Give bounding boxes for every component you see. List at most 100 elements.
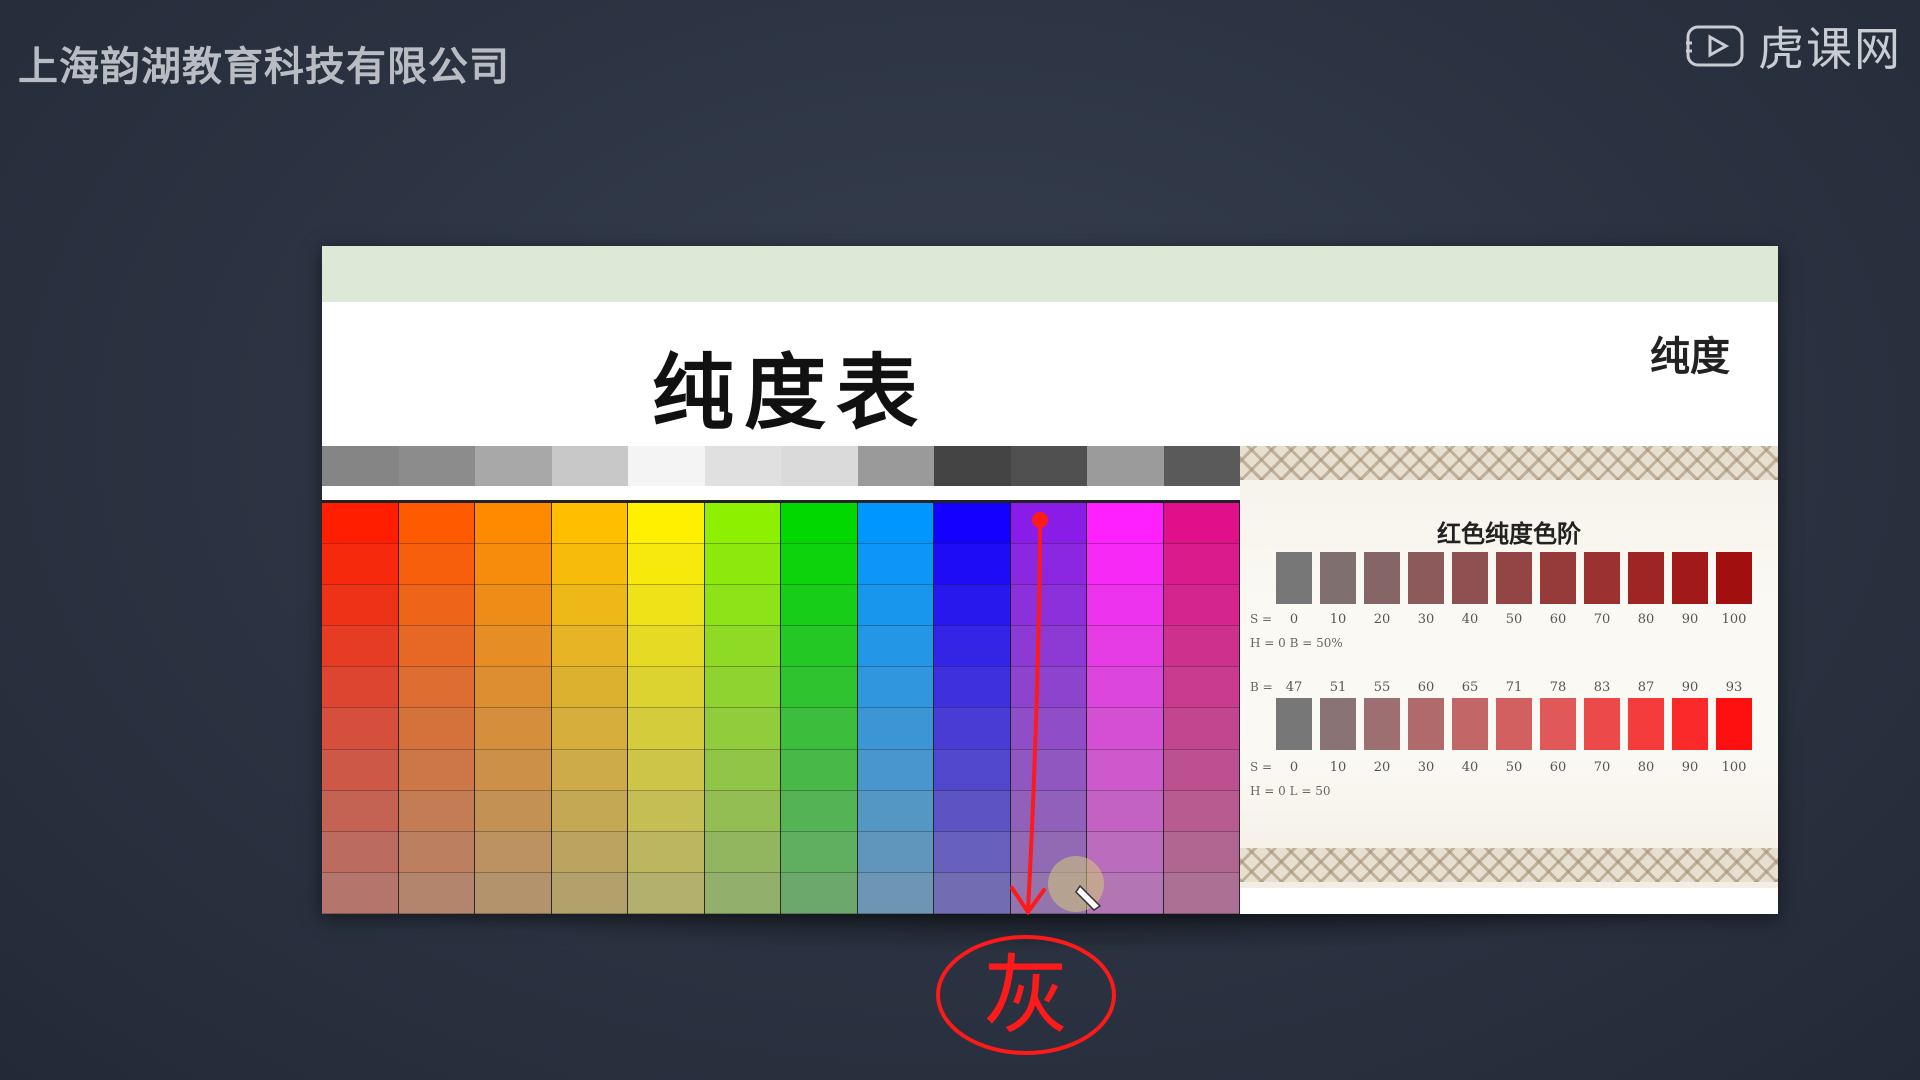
scale-value: 83 (1593, 680, 1611, 695)
color-cell (1010, 626, 1087, 668)
decorative-border-bottom (1240, 848, 1778, 882)
color-cell (1163, 790, 1240, 832)
brand-watermark: 虎课网 (1684, 16, 1902, 76)
color-cell (1163, 585, 1240, 627)
scale-value: 30 (1417, 612, 1435, 627)
color-cell (475, 790, 552, 832)
color-cell (704, 544, 781, 586)
color-cell (1087, 544, 1164, 586)
color-cell (551, 790, 628, 832)
tiger-logo-icon (1686, 25, 1744, 67)
color-cell (628, 544, 705, 586)
scale-value: 20 (1373, 760, 1391, 775)
color-cell (322, 503, 399, 545)
scale-value: 20 (1373, 612, 1391, 627)
color-cell (781, 790, 858, 832)
color-cell (628, 749, 705, 791)
red-swatch (1408, 698, 1444, 750)
gray-reference-row (322, 446, 1240, 486)
gray-swatch (1087, 446, 1164, 486)
scale-value: 60 (1549, 612, 1567, 627)
color-cell (934, 708, 1011, 750)
color-cell (857, 790, 934, 832)
color-cell (1087, 831, 1164, 873)
color-cell (628, 831, 705, 873)
color-cell (551, 626, 628, 668)
color-cell (1010, 749, 1087, 791)
color-cell (475, 503, 552, 545)
color-cell (1163, 544, 1240, 586)
red-swatch (1672, 698, 1708, 750)
color-cell (322, 585, 399, 627)
color-cell (628, 708, 705, 750)
color-cell (1163, 503, 1240, 545)
scale-row-1: 0 10 20 30 40 50 60 70 80 90 100 (1276, 612, 1752, 627)
color-cell (781, 872, 858, 914)
color-cell (1087, 708, 1164, 750)
gray-swatch (1163, 446, 1240, 486)
color-cell (398, 831, 475, 873)
red-swatch (1540, 698, 1576, 750)
brand-text: 虎课网 (1758, 22, 1902, 76)
company-watermark: 上海韵湖教育科技有限公司 (18, 44, 510, 90)
color-cell (322, 667, 399, 709)
panel-title: 红色纯度色阶 (1437, 520, 1581, 548)
red-swatch (1320, 552, 1356, 604)
color-cell (628, 503, 705, 545)
saturation-color-grid (322, 503, 1240, 914)
gray-swatch (628, 446, 705, 486)
color-cell (551, 544, 628, 586)
red-swatch (1672, 552, 1708, 604)
red-swatch (1364, 698, 1400, 750)
slide-header-band (322, 246, 1778, 302)
color-cell (475, 626, 552, 668)
color-cell (1163, 667, 1240, 709)
color-cell (475, 831, 552, 873)
gray-swatch (551, 446, 628, 486)
color-cell (398, 544, 475, 586)
color-cell (1087, 667, 1164, 709)
scale-value: 55 (1373, 680, 1391, 695)
color-cell (857, 544, 934, 586)
scale-value: 0 (1289, 612, 1299, 627)
color-cell (781, 585, 858, 627)
red-saturation-panel: 红色纯度色阶 S = H = 0 B = 50% B = S = H = 0 L… (1240, 446, 1778, 888)
color-cell (704, 708, 781, 750)
color-cell (704, 667, 781, 709)
color-cell (1163, 708, 1240, 750)
scale-value: 47 (1285, 680, 1303, 695)
red-swatch (1716, 698, 1752, 750)
color-cell (934, 585, 1011, 627)
color-cell (934, 831, 1011, 873)
color-cell (322, 790, 399, 832)
scale-value: 70 (1593, 612, 1611, 627)
color-cell (704, 872, 781, 914)
color-cell (857, 667, 934, 709)
color-cell (398, 708, 475, 750)
color-cell (781, 749, 858, 791)
color-cell (322, 626, 399, 668)
red-swatch (1540, 552, 1576, 604)
color-cell (1010, 831, 1087, 873)
color-cell (1163, 626, 1240, 668)
slide: 纯度表 纯度 红色纯度色阶 S = H = 0 B = 50% B = S = … (322, 246, 1778, 914)
color-cell (1163, 831, 1240, 873)
color-cell (781, 626, 858, 668)
color-cell (934, 503, 1011, 545)
scale-value: 40 (1461, 760, 1479, 775)
color-cell (475, 749, 552, 791)
color-cell (1087, 872, 1164, 914)
color-cell (857, 585, 934, 627)
red-swatch (1496, 698, 1532, 750)
b-axis-label: B = (1250, 680, 1273, 694)
color-cell (551, 831, 628, 873)
red-swatch (1496, 552, 1532, 604)
red-swatch (1584, 552, 1620, 604)
color-cell (1010, 544, 1087, 586)
scale-value: 60 (1417, 680, 1435, 695)
color-cell (551, 708, 628, 750)
red-swatch (1276, 552, 1312, 604)
color-cell (1010, 790, 1087, 832)
color-cell (628, 585, 705, 627)
color-cell (398, 626, 475, 668)
